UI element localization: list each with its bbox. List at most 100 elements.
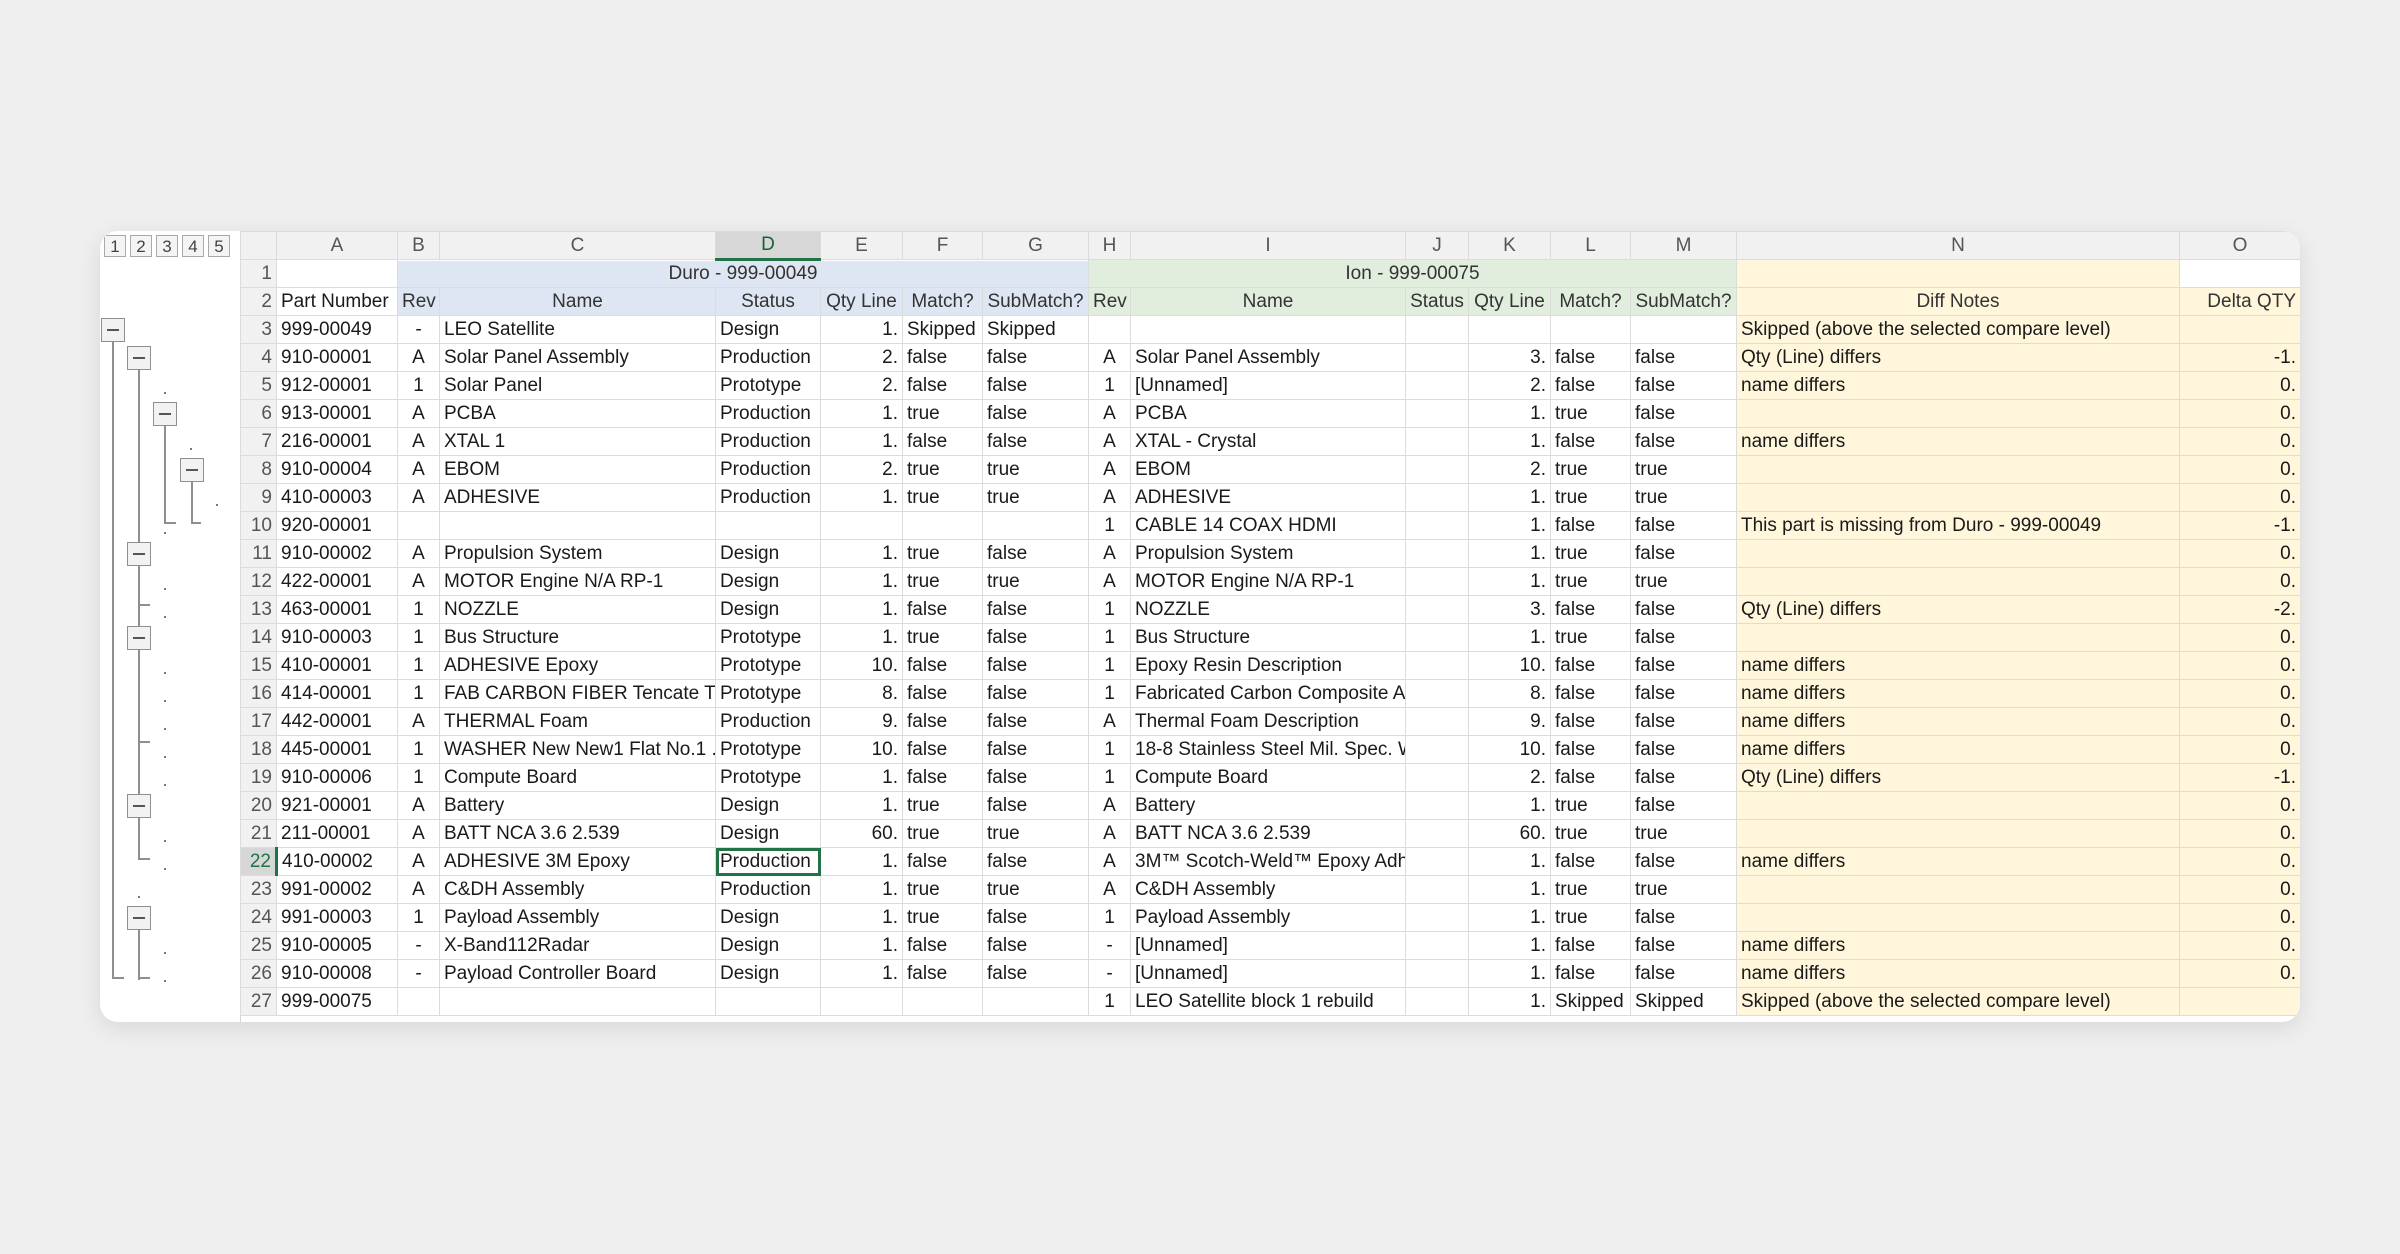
ion-submatch-cell[interactable]: false	[1630, 371, 1737, 400]
delta-qty-cell[interactable]	[2179, 315, 2300, 344]
delta-qty-cell[interactable]: 0.	[2179, 931, 2300, 960]
duro-qty-cell[interactable]: 1.	[820, 847, 903, 876]
duro-status-cell[interactable]: Design	[715, 931, 821, 960]
ion-submatch-cell[interactable]: false	[1630, 427, 1737, 456]
duro-status-cell[interactable]: Design	[715, 595, 821, 624]
row-header[interactable]: 1	[240, 259, 277, 288]
ion-match-cell[interactable]: false	[1550, 707, 1631, 736]
ion-submatch-cell[interactable]: false	[1630, 707, 1737, 736]
ion-name-cell[interactable]: Solar Panel Assembly	[1130, 343, 1406, 372]
duro-rev-cell[interactable]: 1	[397, 371, 440, 400]
row-header[interactable]: 11	[240, 539, 277, 568]
duro-rev-cell[interactable]: 1	[397, 735, 440, 764]
ion-qty-cell[interactable]: 1.	[1468, 903, 1551, 932]
duro-qty-cell[interactable]: 1.	[820, 791, 903, 820]
ion-rev-cell[interactable]: A	[1088, 343, 1131, 372]
header-duro-submatch[interactable]: SubMatch?	[982, 287, 1089, 316]
duro-status-cell[interactable]: Production	[715, 455, 821, 484]
duro-name-cell[interactable]: ADHESIVE Epoxy	[439, 651, 716, 680]
ion-status-cell[interactable]	[1405, 847, 1469, 876]
duro-match-cell[interactable]: false	[902, 371, 983, 400]
ion-group-header[interactable]: Ion - 999-00075	[1088, 259, 1737, 288]
part-number-cell[interactable]: 442-00001	[276, 707, 398, 736]
duro-submatch-cell[interactable]: false	[982, 959, 1089, 988]
ion-submatch-cell[interactable]: Skipped	[1630, 987, 1737, 1016]
part-number-cell[interactable]: 211-00001	[276, 819, 398, 848]
row-header[interactable]: 23	[240, 875, 277, 904]
ion-match-cell[interactable]: false	[1550, 651, 1631, 680]
ion-status-cell[interactable]	[1405, 315, 1469, 344]
part-number-cell[interactable]: 410-00003	[276, 483, 398, 512]
duro-rev-cell[interactable]: 1	[397, 679, 440, 708]
ion-rev-cell[interactable]: 1	[1088, 903, 1131, 932]
duro-match-cell[interactable]: false	[902, 707, 983, 736]
duro-match-cell[interactable]	[902, 511, 983, 540]
diff-notes-cell[interactable]: Qty (Line) differs	[1736, 595, 2180, 624]
duro-submatch-cell[interactable]: false	[982, 903, 1089, 932]
duro-status-cell[interactable]: Production	[715, 875, 821, 904]
cell[interactable]	[1736, 259, 2180, 288]
duro-match-cell[interactable]: true	[902, 455, 983, 484]
ion-status-cell[interactable]	[1405, 623, 1469, 652]
part-number-cell[interactable]: 991-00003	[276, 903, 398, 932]
duro-match-cell[interactable]: false	[902, 651, 983, 680]
collapse-group-row-24-button[interactable]	[127, 906, 151, 930]
duro-status-cell[interactable]: Production	[715, 707, 821, 736]
header-ion-status[interactable]: Status	[1405, 287, 1469, 316]
part-number-cell[interactable]: 999-00075	[276, 987, 398, 1016]
ion-match-cell[interactable]: false	[1550, 959, 1631, 988]
duro-submatch-cell[interactable]: true	[982, 483, 1089, 512]
duro-match-cell[interactable]: true	[902, 483, 983, 512]
header-ion-name[interactable]: Name	[1130, 287, 1406, 316]
collapse-group-row-14-button[interactable]	[127, 626, 151, 650]
ion-name-cell[interactable]: 18-8 Stainless Steel Mil. Spec. Washer,	[1130, 735, 1406, 764]
duro-qty-cell[interactable]: 1.	[820, 483, 903, 512]
row-header[interactable]: 16	[240, 679, 277, 708]
ion-status-cell[interactable]	[1405, 595, 1469, 624]
ion-rev-cell[interactable]: 1	[1088, 987, 1131, 1016]
row-header[interactable]: 2	[240, 287, 277, 316]
ion-status-cell[interactable]	[1405, 791, 1469, 820]
ion-match-cell[interactable]: true	[1550, 567, 1631, 596]
ion-match-cell[interactable]: true	[1550, 483, 1631, 512]
duro-name-cell[interactable]: Bus Structure	[439, 623, 716, 652]
duro-submatch-cell[interactable]: false	[982, 651, 1089, 680]
delta-qty-cell[interactable]: 0.	[2179, 735, 2300, 764]
duro-qty-cell[interactable]: 60.	[820, 819, 903, 848]
diff-notes-cell[interactable]	[1736, 819, 2180, 848]
header-duro-status[interactable]: Status	[715, 287, 821, 316]
ion-name-cell[interactable]: Payload Assembly	[1130, 903, 1406, 932]
duro-match-cell[interactable]: false	[902, 735, 983, 764]
ion-qty-cell[interactable]: 10.	[1468, 651, 1551, 680]
duro-qty-cell[interactable]: 1.	[820, 959, 903, 988]
ion-status-cell[interactable]	[1405, 511, 1469, 540]
diff-notes-cell[interactable]: Qty (Line) differs	[1736, 343, 2180, 372]
delta-qty-cell[interactable]: 0.	[2179, 539, 2300, 568]
delta-qty-cell[interactable]: 0.	[2179, 567, 2300, 596]
ion-qty-cell[interactable]: 1.	[1468, 931, 1551, 960]
diff-notes-cell[interactable]: This part is missing from Duro - 999-000…	[1736, 511, 2180, 540]
ion-match-cell[interactable]: false	[1550, 595, 1631, 624]
duro-submatch-cell[interactable]: false	[982, 931, 1089, 960]
duro-status-cell[interactable]: Production	[715, 847, 821, 876]
diff-notes-cell[interactable]	[1736, 483, 2180, 512]
duro-name-cell[interactable]: Compute Board	[439, 763, 716, 792]
duro-name-cell[interactable]: Battery	[439, 791, 716, 820]
header-ion-submatch[interactable]: SubMatch?	[1630, 287, 1737, 316]
row-header[interactable]: 19	[240, 763, 277, 792]
part-number-cell[interactable]: 999-00049	[276, 315, 398, 344]
ion-match-cell[interactable]: true	[1550, 819, 1631, 848]
duro-qty-cell[interactable]: 1.	[820, 763, 903, 792]
ion-status-cell[interactable]	[1405, 539, 1469, 568]
ion-name-cell[interactable]: Thermal Foam Description	[1130, 707, 1406, 736]
ion-name-cell[interactable]: Fabricated Carbon Composite Assembl	[1130, 679, 1406, 708]
duro-match-cell[interactable]: true	[902, 875, 983, 904]
duro-status-cell[interactable]: Prototype	[715, 763, 821, 792]
column-header-j[interactable]: J	[1405, 231, 1469, 260]
ion-name-cell[interactable]: LEO Satellite block 1 rebuild	[1130, 987, 1406, 1016]
duro-rev-cell[interactable]: A	[397, 819, 440, 848]
ion-status-cell[interactable]	[1405, 875, 1469, 904]
ion-rev-cell[interactable]: 1	[1088, 651, 1131, 680]
duro-match-cell[interactable]: false	[902, 343, 983, 372]
cell[interactable]	[276, 259, 398, 288]
